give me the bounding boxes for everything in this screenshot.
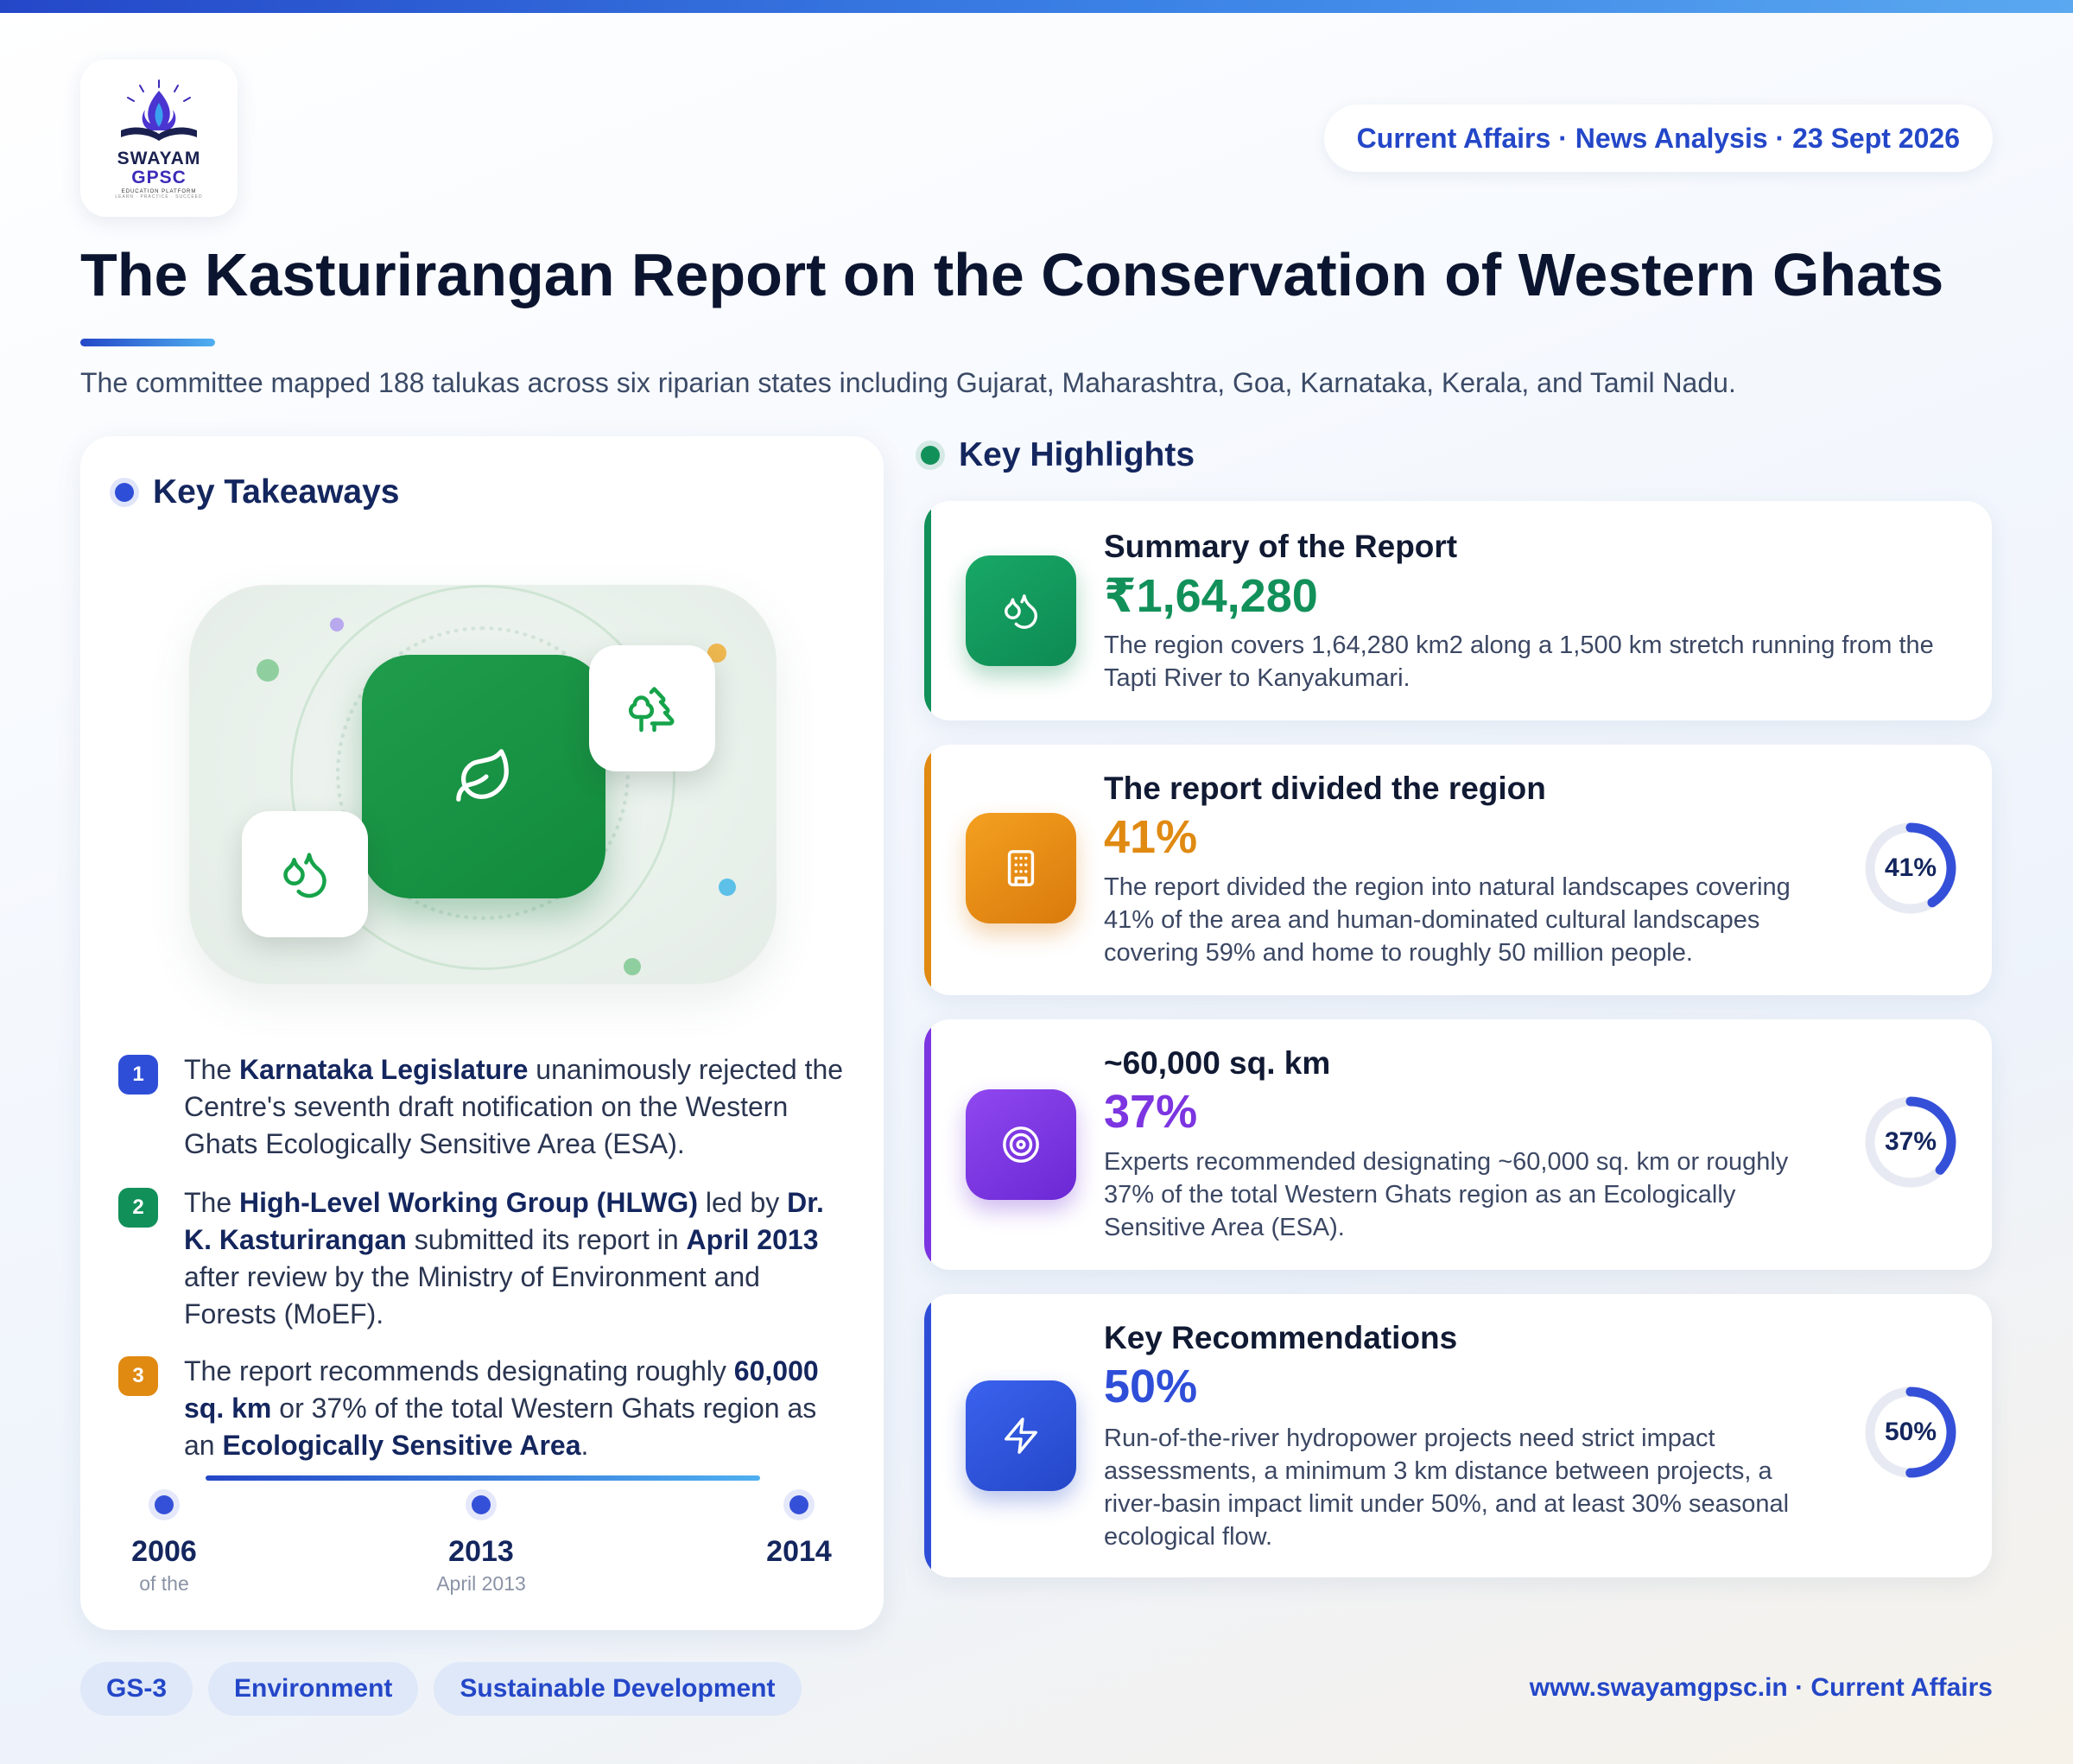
key-highlights-title: Key Highlights bbox=[959, 436, 1195, 473]
timeline-dot bbox=[155, 1495, 174, 1514]
card-accent-bar bbox=[924, 745, 931, 995]
emphasis-text: April 2013 bbox=[686, 1224, 819, 1255]
body-text: The report recommends designating roughl… bbox=[184, 1355, 734, 1386]
percent-ring: 37% bbox=[1864, 1095, 1957, 1189]
droplets-icon bbox=[1005, 594, 1037, 629]
building-icon bbox=[1007, 850, 1035, 886]
takeaway-number-badge: 1 bbox=[118, 1055, 158, 1095]
key-takeaways-title: Key Takeaways bbox=[153, 473, 400, 511]
topic-tags: GS-3 Environment Sustainable Development bbox=[80, 1662, 817, 1716]
body-text: The bbox=[184, 1054, 240, 1085]
highlight-card-esa: ~60,000 sq. km 37% Experts recommended d… bbox=[924, 1019, 1992, 1270]
emphasis-text: Karnataka Legislature bbox=[239, 1054, 529, 1085]
card-icon-tile bbox=[966, 555, 1076, 666]
body-text: . bbox=[580, 1430, 589, 1461]
brand-line-4: LEARN · PRACTICE · SUCCEED bbox=[115, 194, 203, 200]
brand-line-2: GPSC bbox=[131, 168, 187, 187]
percent-ring: 50% bbox=[1864, 1386, 1957, 1479]
trees-icon bbox=[628, 687, 675, 733]
target-icon bbox=[1003, 1126, 1039, 1163]
footer-website-link[interactable]: www.swayamgpsc.in · Current Affairs bbox=[1530, 1673, 1993, 1703]
ring-label: 50% bbox=[1884, 1418, 1937, 1446]
timeline-dot bbox=[789, 1495, 808, 1514]
ring-label: 41% bbox=[1884, 853, 1937, 882]
timeline-year: 2013 bbox=[448, 1535, 514, 1568]
timeline-point-2014[interactable]: 2014 bbox=[730, 1495, 868, 1572]
category-date-pill: Current Affairs · News Analysis · 23 Sep… bbox=[1323, 105, 1993, 172]
body-text: after review by the Ministry of Environm… bbox=[184, 1261, 760, 1329]
takeaway-text: The High-Level Working Group (HLWG) led … bbox=[184, 1184, 853, 1333]
timeline-caption: of the bbox=[139, 1572, 189, 1595]
card-description: The report divided the region into natur… bbox=[1104, 873, 1791, 967]
bolt-icon bbox=[1005, 1418, 1037, 1454]
leaf-icon bbox=[456, 749, 509, 802]
decor-dot bbox=[624, 958, 641, 975]
emphasis-text: High-Level Working Group (HLWG) bbox=[239, 1187, 698, 1218]
card-heading: The report divided the region bbox=[1104, 771, 1546, 806]
timeline-dot bbox=[472, 1495, 491, 1514]
ecology-illustration bbox=[189, 585, 777, 984]
card-accent-bar bbox=[924, 501, 931, 720]
top-accent-bar bbox=[0, 0, 2073, 13]
flame-book-icon bbox=[121, 79, 197, 141]
body-text: submitted its report in bbox=[406, 1224, 687, 1255]
highlight-card-summary: Summary of the Report ₹1,64,280 The regi… bbox=[924, 501, 1992, 720]
body-text: The bbox=[184, 1187, 240, 1218]
body-text: led by bbox=[697, 1187, 788, 1218]
percent-ring: 41% bbox=[1864, 822, 1957, 915]
timeline-point-2013[interactable]: 2013 April 2013 bbox=[412, 1495, 550, 1596]
takeaway-number-badge: 2 bbox=[118, 1188, 158, 1228]
page-subtitle: The committee mapped 188 talukas across … bbox=[80, 367, 1736, 398]
highlight-card-division: The report divided the region 41% The re… bbox=[924, 745, 1992, 995]
card-value: 37% bbox=[1104, 1086, 1198, 1138]
card-icon-tile bbox=[966, 1089, 1076, 1200]
bullet-dot bbox=[921, 446, 940, 465]
key-takeaways-heading: Key Takeaways bbox=[115, 473, 399, 511]
takeaway-text: The report recommends designating roughl… bbox=[184, 1353, 853, 1464]
brand-logo[interactable]: SWAYAM GPSC EDUCATION PLATFORM LEARN · P… bbox=[80, 60, 238, 217]
emphasis-text: Ecologically Sensitive Area bbox=[222, 1430, 581, 1461]
takeaway-item-1: 1 The Karnataka Legislature unanimously … bbox=[118, 1051, 853, 1163]
droplets-icon bbox=[283, 853, 326, 898]
card-value: 41% bbox=[1104, 811, 1198, 863]
card-value: ₹1,64,280 bbox=[1104, 570, 1318, 622]
highlight-card-recommendations: Key Recommendations 50% Run-of-the-river… bbox=[924, 1294, 1992, 1577]
decor-dot bbox=[719, 879, 736, 896]
timeline-caption: April 2013 bbox=[436, 1572, 526, 1595]
card-description: Run-of-the-river hydropower projects nee… bbox=[1104, 1425, 1790, 1551]
takeaway-number-badge: 3 bbox=[118, 1356, 158, 1396]
timeline-line bbox=[206, 1475, 760, 1481]
leaf-tile bbox=[362, 655, 605, 898]
takeaway-item-2: 2 The High-Level Working Group (HLWG) le… bbox=[118, 1184, 853, 1333]
card-value: 50% bbox=[1104, 1361, 1198, 1412]
page-title: The Kasturirangan Report on the Conserva… bbox=[80, 241, 1944, 308]
card-heading: Summary of the Report bbox=[1104, 529, 1458, 564]
decor-dot bbox=[330, 618, 344, 631]
trees-tile bbox=[589, 645, 715, 771]
decor-dot bbox=[257, 659, 279, 682]
bullet-dot bbox=[115, 483, 134, 502]
key-highlights-heading: Key Highlights bbox=[921, 436, 1195, 474]
ring-label: 37% bbox=[1884, 1127, 1937, 1156]
timeline-year: 2006 bbox=[131, 1535, 197, 1568]
card-accent-bar bbox=[924, 1294, 931, 1577]
brand-line-1: SWAYAM bbox=[117, 149, 201, 168]
takeaway-item-3: 3 The report recommends designating roug… bbox=[118, 1353, 853, 1464]
card-heading: ~60,000 sq. km bbox=[1104, 1045, 1331, 1081]
takeaway-text: The Karnataka Legislature unanimously re… bbox=[184, 1051, 853, 1163]
tag-environment[interactable]: Environment bbox=[208, 1662, 419, 1716]
title-underline bbox=[80, 339, 215, 346]
card-icon-tile bbox=[966, 813, 1076, 923]
droplets-tile bbox=[242, 811, 368, 937]
card-description: Experts recommended designating ~60,000 … bbox=[1104, 1148, 1789, 1241]
card-description: The region covers 1,64,280 km2 along a 1… bbox=[1104, 631, 1934, 692]
tag-sustainable-development[interactable]: Sustainable Development bbox=[434, 1662, 802, 1716]
card-heading: Key Recommendations bbox=[1104, 1320, 1458, 1355]
timeline-year: 2014 bbox=[766, 1535, 832, 1568]
timeline-point-2006[interactable]: 2006 of the bbox=[95, 1495, 233, 1596]
tag-gs3[interactable]: GS-3 bbox=[80, 1662, 193, 1716]
card-accent-bar bbox=[924, 1019, 931, 1270]
key-takeaways-card: Key Takeaways 1 The Karnataka Legislatur… bbox=[80, 436, 884, 1630]
card-icon-tile bbox=[966, 1380, 1076, 1491]
